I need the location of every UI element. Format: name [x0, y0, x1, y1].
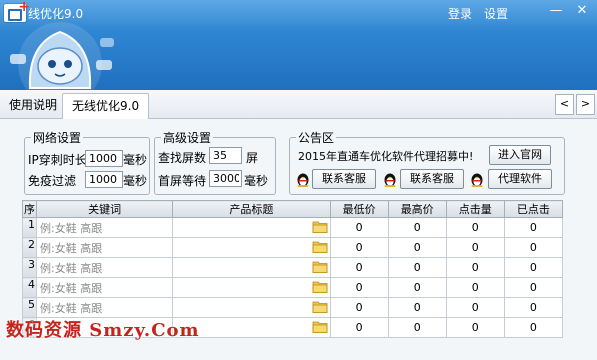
qq-penguin-icon	[471, 173, 483, 187]
folder-icon[interactable]	[312, 260, 328, 273]
keyword-cell[interactable]: 例:女鞋 高跟	[36, 217, 174, 238]
min-price-cell[interactable]: 0	[329, 237, 389, 258]
filter-label: 免疫过滤	[28, 174, 77, 188]
max-price-cell[interactable]: 0	[387, 297, 447, 318]
contact-support-button-2[interactable]: 联系客服	[400, 169, 464, 189]
product-title-cell[interactable]	[172, 257, 331, 278]
clicked-cell: 0	[503, 217, 564, 238]
max-price-cell[interactable]: 0	[387, 217, 447, 238]
settings-link[interactable]: 设置	[484, 5, 508, 22]
row-seq: 3	[21, 257, 38, 278]
filter-unit: 毫秒	[123, 174, 148, 188]
notice-text: 2015年直通车优化软件代理招募中!	[298, 150, 474, 163]
min-price-cell[interactable]: 0	[329, 317, 389, 338]
folder-icon[interactable]	[312, 320, 328, 333]
ip-duration-unit: 毫秒	[123, 153, 148, 167]
col-clicked-header: 已点击	[503, 200, 564, 218]
window-title: 线优化9.0	[28, 7, 84, 21]
screens-unit: 屏	[246, 151, 259, 165]
advanced-settings-legend: 高级设置	[163, 131, 212, 145]
table-row[interactable]: 5 例:女鞋 高跟 0 0 0 0	[21, 297, 564, 318]
max-price-cell[interactable]: 0	[387, 237, 447, 258]
clicked-cell: 0	[503, 297, 564, 318]
keyword-cell[interactable]: 例:女鞋 高跟	[36, 297, 174, 318]
clicks-cell[interactable]: 0	[445, 317, 505, 338]
tab-next-button[interactable]: >	[576, 94, 595, 115]
ip-duration-label: IP穿刺时长	[28, 153, 87, 167]
tab-instructions[interactable]: 使用说明	[6, 93, 60, 117]
wait-unit: 毫秒	[244, 174, 269, 188]
clicked-cell: 0	[503, 257, 564, 278]
screens-input[interactable]	[209, 147, 242, 164]
close-button[interactable]: ✕	[574, 3, 590, 19]
clicks-cell[interactable]: 0	[445, 217, 505, 238]
clicked-cell: 0	[503, 317, 564, 338]
tab-bar: 使用说明 无线优化9.0	[0, 90, 597, 119]
table-header-row: 序 关键词 产品标题 最低价 最高价 点击量 已点击	[21, 200, 564, 218]
col-min-price-header: 最低价	[329, 200, 389, 218]
col-title-header: 产品标题	[172, 200, 331, 218]
min-price-cell[interactable]: 0	[329, 277, 389, 298]
agent-software-button[interactable]: 代理软件	[488, 169, 552, 189]
min-price-cell[interactable]: 0	[329, 257, 389, 278]
clicks-cell[interactable]: 0	[445, 297, 505, 318]
product-title-cell[interactable]	[172, 217, 331, 238]
keyword-cell[interactable]: 例:女鞋 高跟	[36, 277, 174, 298]
tab-wireless-optimize[interactable]: 无线优化9.0	[62, 93, 150, 119]
clicks-cell[interactable]: 0	[445, 277, 505, 298]
folder-icon[interactable]	[312, 300, 328, 313]
table-row[interactable]: 4 例:女鞋 高跟 0 0 0 0	[21, 277, 564, 298]
network-settings-legend: 网络设置	[33, 131, 82, 145]
keyword-cell[interactable]: 例:女鞋 高跟	[36, 257, 174, 278]
website-button[interactable]: 进入官网	[489, 145, 551, 165]
col-keyword-header: 关键词	[36, 200, 174, 218]
row-seq: 1	[21, 217, 38, 238]
wait-label: 首屏等待	[158, 174, 207, 188]
main-panel: 网络设置 IP穿刺时长 毫秒 免疫过滤 毫秒 高级设置 查找屏数 屏 首屏等待 …	[0, 119, 597, 360]
minimize-button[interactable]: —	[548, 3, 564, 19]
app-icon: +	[4, 0, 30, 22]
clicks-cell[interactable]: 0	[445, 257, 505, 278]
row-seq: 2	[21, 237, 38, 258]
folder-icon[interactable]	[312, 280, 328, 293]
folder-icon[interactable]	[312, 240, 328, 253]
screens-label: 查找屏数	[158, 151, 207, 165]
product-title-cell[interactable]	[172, 297, 331, 318]
table-row[interactable]: 2 例:女鞋 高跟 0 0 0 0	[21, 237, 564, 258]
clicked-cell: 0	[503, 277, 564, 298]
clicked-cell: 0	[503, 237, 564, 258]
row-seq: 4	[21, 277, 38, 298]
watermark: 数码资源 Smzy.Com	[6, 320, 200, 341]
product-title-cell[interactable]	[172, 277, 331, 298]
row-seq: 5	[21, 297, 38, 318]
table-row[interactable]: 3 例:女鞋 高跟 0 0 0 0	[21, 257, 564, 278]
table-row[interactable]: 1 例:女鞋 高跟 0 0 0 0	[21, 217, 564, 238]
clicks-cell[interactable]: 0	[445, 237, 505, 258]
notice-legend: 公告区	[298, 131, 335, 145]
max-price-cell[interactable]: 0	[387, 277, 447, 298]
tab-prev-button[interactable]: <	[555, 94, 574, 115]
qq-penguin-icon	[384, 173, 396, 187]
max-price-cell[interactable]: 0	[387, 317, 447, 338]
folder-icon[interactable]	[312, 220, 328, 233]
col-max-price-header: 最高价	[387, 200, 447, 218]
mascot-logo	[10, 22, 114, 90]
max-price-cell[interactable]: 0	[387, 257, 447, 278]
ip-duration-input[interactable]	[85, 150, 123, 167]
col-seq-header: 序	[21, 200, 38, 218]
title-bar: + 线优化9.0 登录 设置 — ✕	[0, 0, 597, 90]
wait-input[interactable]	[209, 170, 242, 187]
qq-penguin-icon	[297, 173, 309, 187]
min-price-cell[interactable]: 0	[329, 297, 389, 318]
product-title-cell[interactable]	[172, 237, 331, 258]
col-clicks-header: 点击量	[445, 200, 505, 218]
filter-input[interactable]	[85, 171, 123, 188]
contact-support-button-1[interactable]: 联系客服	[312, 169, 376, 189]
keyword-cell[interactable]: 例:女鞋 高跟	[36, 237, 174, 258]
login-link[interactable]: 登录	[448, 5, 472, 22]
min-price-cell[interactable]: 0	[329, 217, 389, 238]
